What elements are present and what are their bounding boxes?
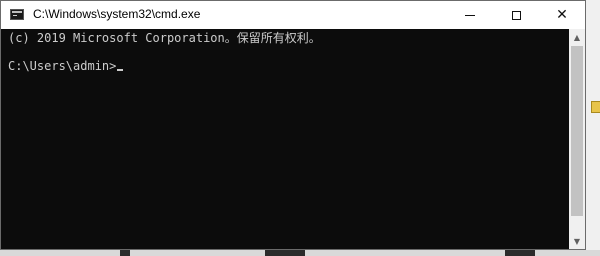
background-taskbar-strip: [0, 250, 600, 256]
maximize-button[interactable]: [493, 1, 539, 29]
vertical-scrollbar[interactable]: ▲ ▼: [569, 29, 585, 249]
close-button[interactable]: ✕: [539, 1, 585, 29]
window-title: C:\Windows\system32\cmd.exe: [33, 7, 201, 21]
scrollbar-thumb[interactable]: [571, 46, 583, 216]
minimize-icon: [465, 14, 475, 16]
scroll-up-arrow-icon[interactable]: ▲: [569, 29, 585, 45]
cmd-console-icon[interactable]: [10, 9, 24, 20]
cmd-window: C:\Windows\system32\cmd.exe ✕ (c) 2019 M…: [0, 0, 586, 250]
close-icon: ✕: [556, 7, 568, 23]
folder-icon: [591, 101, 600, 113]
maximize-icon: [511, 10, 521, 20]
desktop: 箭 云 利 到 C:\Windows\system32\cmd.exe ✕ (c…: [0, 0, 600, 256]
background-segment: [505, 250, 535, 256]
minimize-button[interactable]: [447, 1, 493, 29]
background-segment: [265, 250, 305, 256]
background-segment: [120, 250, 130, 256]
prompt-text: C:\Users\admin>: [8, 59, 117, 73]
scroll-down-arrow-icon[interactable]: ▼: [569, 233, 585, 249]
title-bar[interactable]: C:\Windows\system32\cmd.exe ✕: [1, 1, 585, 29]
text-cursor: [117, 69, 124, 71]
copyright-line: (c) 2019 Microsoft Corporation。保留所有权利。: [8, 31, 321, 45]
console-output[interactable]: (c) 2019 Microsoft Corporation。保留所有权利。 C…: [1, 29, 569, 249]
prompt-line[interactable]: C:\Users\admin>: [8, 59, 124, 73]
